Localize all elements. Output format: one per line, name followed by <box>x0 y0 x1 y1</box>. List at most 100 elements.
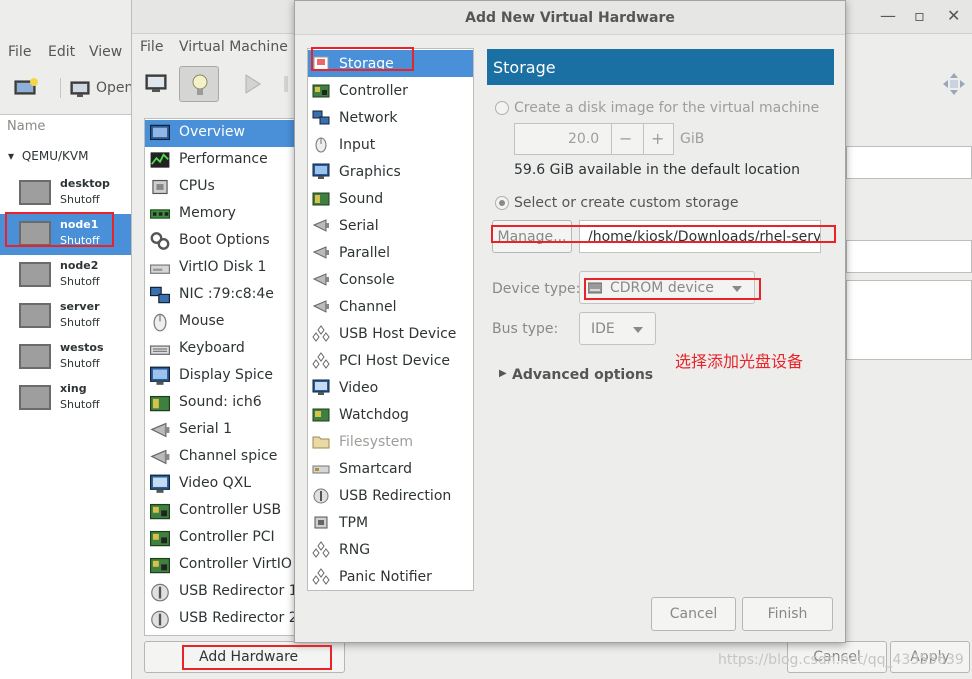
device-type-item[interactable]: Graphics <box>308 158 473 185</box>
bus-type-select[interactable]: IDE <box>579 312 656 345</box>
device-type-item[interactable]: USB Redirection <box>308 482 473 509</box>
channel-icon <box>149 447 171 467</box>
vm-thumbnail-icon <box>19 180 51 205</box>
dialog-cancel-button[interactable]: Cancel <box>651 597 736 631</box>
highlight-node1 <box>5 212 114 247</box>
vm-row[interactable]: server Shutoff <box>0 296 131 337</box>
virt-manager-main-window: File Edit View Open Name ▾ QEMU/KVM desk… <box>0 0 134 679</box>
device-type-item[interactable]: Panic Notifier <box>308 563 473 590</box>
increment-icon[interactable]: + <box>651 129 664 148</box>
minimize-icon[interactable]: — <box>880 6 896 25</box>
details-textarea[interactable] <box>846 280 972 360</box>
open-vm-icon[interactable] <box>70 80 90 98</box>
device-type-item-label: Controller <box>339 83 408 99</box>
device-type-item[interactable]: Filesystem <box>308 428 473 455</box>
expander-arrow-icon[interactable]: ▶ <box>499 368 507 379</box>
boot-options-icon <box>149 231 171 251</box>
hardware-item[interactable]: CPUs <box>145 174 295 201</box>
device-type-item[interactable]: Controller <box>308 77 473 104</box>
hardware-item-label: Channel spice <box>179 448 278 464</box>
highlight-path <box>491 225 836 243</box>
custom-storage-radio[interactable] <box>495 196 509 210</box>
details-view-button[interactable] <box>179 66 219 102</box>
video-icon <box>149 474 171 494</box>
hardware-item[interactable]: USB Redirector 2 <box>145 606 295 633</box>
hardware-item[interactable]: Display Spice <box>145 363 295 390</box>
device-type-item[interactable]: Video <box>308 374 473 401</box>
available-space-text: 59.6 GiB available in the default locati… <box>514 162 800 178</box>
device-type-item[interactable]: Sound <box>308 185 473 212</box>
device-type-item[interactable]: USB Host Device <box>308 320 473 347</box>
hardware-item[interactable]: USB Redirector 1 <box>145 579 295 606</box>
vm-row[interactable]: desktop Shutoff <box>0 173 131 214</box>
hardware-item-label: Controller VirtIO S <box>179 556 296 572</box>
sound-icon <box>149 393 171 413</box>
maximize-icon[interactable]: ▫ <box>914 6 925 25</box>
menu-file[interactable]: File <box>8 44 31 60</box>
hardware-item[interactable]: Channel spice <box>145 444 295 471</box>
hardware-item[interactable]: NIC :79:c8:4e <box>145 282 295 309</box>
device-type-item-label: Graphics <box>339 164 401 180</box>
resize-move-icon[interactable] <box>942 72 966 96</box>
console-view-button[interactable] <box>136 66 176 102</box>
hardware-item[interactable]: Memory <box>145 201 295 228</box>
device-type-item[interactable]: Serial <box>308 212 473 239</box>
vm-row[interactable]: xing Shutoff <box>0 378 131 419</box>
disk-size-spinner[interactable]: 20.0 − + <box>514 123 674 155</box>
watchdog-icon <box>312 406 330 423</box>
vm-list-header[interactable]: Name <box>7 119 45 134</box>
device-type-item[interactable]: TPM <box>308 509 473 536</box>
device-type-item[interactable]: Network <box>308 104 473 131</box>
hardware-item-label: Sound: ich6 <box>179 394 262 410</box>
device-type-item[interactable]: Watchdog <box>308 401 473 428</box>
device-type-item[interactable]: PCI Host Device <box>308 347 473 374</box>
details-field[interactable] <box>846 240 972 273</box>
device-type-item[interactable]: Channel <box>308 293 473 320</box>
hardware-item[interactable]: Overview <box>145 120 295 147</box>
smartcard-icon <box>312 460 330 477</box>
hardware-item[interactable]: Mouse <box>145 309 295 336</box>
storage-header: Storage <box>487 49 834 85</box>
details-field[interactable] <box>846 146 972 179</box>
device-type-item[interactable]: RNG <box>308 536 473 563</box>
hardware-item-label: Video QXL <box>179 475 252 491</box>
device-type-item[interactable]: Input <box>308 131 473 158</box>
hardware-item[interactable]: Sound: ich6 <box>145 390 295 417</box>
hardware-item[interactable]: Performance <box>145 147 295 174</box>
hardware-item[interactable]: VirtIO Disk 1 <box>145 255 295 282</box>
hardware-item[interactable]: Controller VirtIO S <box>145 552 296 579</box>
dialog-cancel-label: Cancel <box>669 606 718 622</box>
new-vm-icon[interactable] <box>14 78 38 98</box>
hardware-item[interactable]: Controller USB <box>145 498 295 525</box>
menu-view[interactable]: View <box>89 44 122 60</box>
device-type-item[interactable]: Console <box>308 266 473 293</box>
hardware-item[interactable]: Keyboard <box>145 336 295 363</box>
vm-row[interactable]: westos Shutoff <box>0 337 131 378</box>
details-menu-file[interactable]: File <box>140 39 163 55</box>
device-type-item-label: Video <box>339 380 379 396</box>
advanced-options-expander[interactable]: Advanced options <box>512 367 653 383</box>
dialog-title: Add New Virtual Hardware <box>465 10 675 26</box>
hardware-item[interactable]: Video QXL <box>145 471 295 498</box>
connection-group[interactable]: ▾ QEMU/KVM <box>8 149 88 163</box>
memory-icon <box>149 204 171 224</box>
vm-name: xing <box>60 382 87 395</box>
menu-edit[interactable]: Edit <box>48 44 75 60</box>
hardware-item-label: Boot Options <box>179 232 270 248</box>
details-toolbar <box>132 60 302 110</box>
run-vm-button[interactable] <box>232 66 272 102</box>
device-type-item[interactable]: Smartcard <box>308 455 473 482</box>
finish-button[interactable]: Finish <box>742 597 833 631</box>
folder-icon <box>312 433 330 450</box>
device-type-item-label: Input <box>339 137 376 153</box>
details-menu-virtual-machine[interactable]: Virtual Machine <box>179 39 288 55</box>
close-icon[interactable]: ✕ <box>947 6 960 25</box>
hardware-item[interactable]: Boot Options <box>145 228 295 255</box>
vm-row[interactable]: node2 Shutoff <box>0 255 131 296</box>
hardware-item[interactable]: Serial 1 <box>145 417 295 444</box>
hardware-item[interactable]: Controller PCI <box>145 525 295 552</box>
decrement-icon[interactable]: − <box>619 129 632 148</box>
device-type-item[interactable]: Parallel <box>308 239 473 266</box>
open-button-label[interactable]: Open <box>96 80 133 96</box>
create-disk-radio[interactable] <box>495 101 509 115</box>
